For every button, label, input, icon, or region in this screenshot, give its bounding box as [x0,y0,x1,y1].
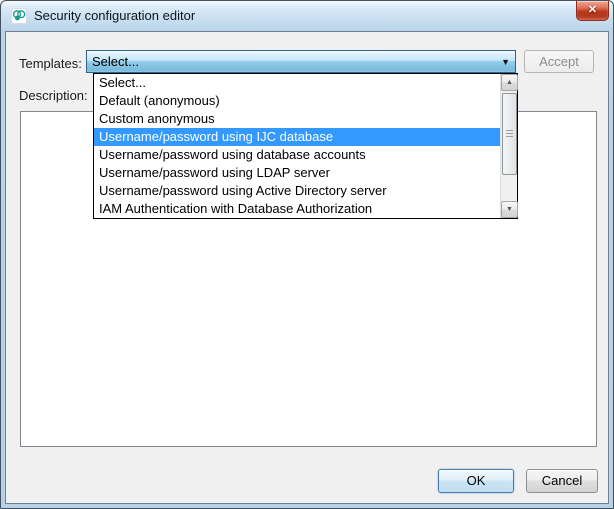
ok-button-label: OK [467,473,486,488]
template-dropdown-list: Select...Default (anonymous)Custom anony… [94,74,500,218]
dropdown-item[interactable]: Custom anonymous [94,110,500,128]
accept-button-label: Accept [539,54,579,69]
titlebar[interactable]: Security configuration editor ✕ [1,1,613,31]
templates-combobox-value: Select... [92,54,139,69]
description-label: Description: [19,88,88,103]
scrollbar-thumb[interactable] [502,93,517,175]
scroll-down-icon: ▼ [506,206,513,213]
cancel-button[interactable]: Cancel [526,469,598,493]
dropdown-item[interactable]: Username/password using Active Directory… [94,182,500,200]
templates-label: Templates: [19,56,82,71]
dropdown-item[interactable]: Username/password using database account… [94,146,500,164]
close-icon: ✕ [588,4,597,16]
dropdown-item[interactable]: Username/password using IJC database [94,128,500,146]
scroll-up-button[interactable]: ▲ [501,74,518,91]
close-button[interactable]: ✕ [576,1,609,21]
dropdown-item[interactable]: Username/password using LDAP server [94,164,500,182]
security-configuration-editor-window: Security configuration editor ✕ Template… [0,0,614,509]
cancel-button-label: Cancel [542,473,582,488]
app-icon [11,8,27,24]
dropdown-item[interactable]: IAM Authentication with Database Authori… [94,200,500,218]
window-title: Security configuration editor [34,8,195,24]
templates-dropdown-popup: Select...Default (anonymous)Custom anony… [93,73,518,219]
chevron-down-icon: ▼ [501,57,510,67]
templates-combobox[interactable]: Select... ▼ [86,50,516,73]
dropdown-item[interactable]: Default (anonymous) [94,92,500,110]
scroll-down-button[interactable]: ▼ [501,201,518,218]
dropdown-item[interactable]: Select... [94,74,500,92]
accept-button[interactable]: Accept [524,50,594,73]
ok-button[interactable]: OK [438,469,514,493]
dialog-client-area: Templates: Select... ▼ Accept Descriptio… [5,31,609,504]
scrollbar-grip-icon [506,130,513,138]
scroll-up-icon: ▲ [506,79,513,86]
dropdown-scrollbar[interactable]: ▲ ▼ [500,74,517,218]
